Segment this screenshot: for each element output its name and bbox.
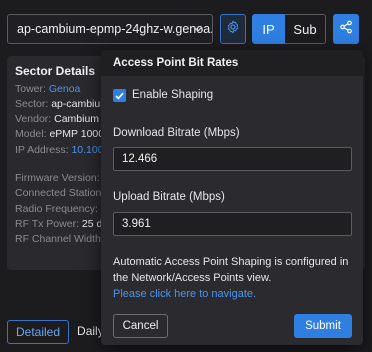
cancel-button[interactable]: Cancel xyxy=(113,314,168,338)
vendor-row: Vendor: Cambium xyxy=(15,113,100,125)
top-toolbar: ap-cambium-epmp-24ghz-w.genoa... IP Sub xyxy=(0,0,372,56)
tower-link[interactable]: Genoa xyxy=(49,83,81,95)
tower-row: Tower: Genoa xyxy=(15,83,81,95)
model-row: Model: ePMP 1000 xyxy=(15,128,105,140)
bit-rates-dialog: Access Point Bit Rates Enable Shaping Do… xyxy=(101,50,363,345)
gear-icon xyxy=(226,20,240,39)
upload-bitrate-label: Upload Bitrate (Mbps) xyxy=(113,191,225,203)
dialog-header: Access Point Bit Rates xyxy=(101,50,363,76)
tab-detailed[interactable]: Detailed xyxy=(7,320,70,344)
enable-shaping-label[interactable]: Enable Shaping xyxy=(132,89,213,101)
ip-toggle-button[interactable]: IP xyxy=(252,14,285,44)
ip-address-row: IP Address: 10.100. xyxy=(15,144,107,156)
view-tabs: Detailed Daily xyxy=(7,320,112,344)
radio-frequency-row: Radio Frequency: 2 xyxy=(15,203,107,215)
access-point-select-value: ap-cambium-epmp-24ghz-w.genoa... xyxy=(17,22,213,36)
sector-details-title: Sector Details xyxy=(15,64,96,78)
navigate-link[interactable]: Please click here to navigate. xyxy=(113,288,256,300)
upload-bitrate-input[interactable] xyxy=(113,212,352,236)
download-bitrate-label: Download Bitrate (Mbps) xyxy=(113,127,240,139)
submit-button[interactable]: Submit xyxy=(294,314,352,338)
checkmark-icon xyxy=(115,87,124,105)
tx-power-row: RF Tx Power: 25 dB xyxy=(15,218,110,230)
dialog-title: Access Point Bit Rates xyxy=(113,57,239,69)
sub-toggle-button[interactable]: Sub xyxy=(285,14,326,44)
connected-stations-row: Connected Stations xyxy=(15,187,107,199)
download-bitrate-input[interactable] xyxy=(113,147,352,171)
access-point-select[interactable]: ap-cambium-epmp-24ghz-w.genoa... xyxy=(7,14,213,44)
shaping-note: Automatic Access Point Shaping is config… xyxy=(113,256,349,284)
channel-width-row: RF Channel Width: 1 xyxy=(15,233,113,245)
firmware-row: Firmware Version: 4 xyxy=(15,172,109,184)
settings-button[interactable] xyxy=(220,14,246,44)
sector-row: Sector: ap-cambium xyxy=(15,98,109,110)
share-button[interactable] xyxy=(333,14,359,44)
ip-sub-toggle: IP Sub xyxy=(252,14,326,44)
share-icon xyxy=(339,20,353,39)
enable-shaping-checkbox[interactable] xyxy=(113,89,126,102)
chevron-down-icon xyxy=(192,15,204,43)
